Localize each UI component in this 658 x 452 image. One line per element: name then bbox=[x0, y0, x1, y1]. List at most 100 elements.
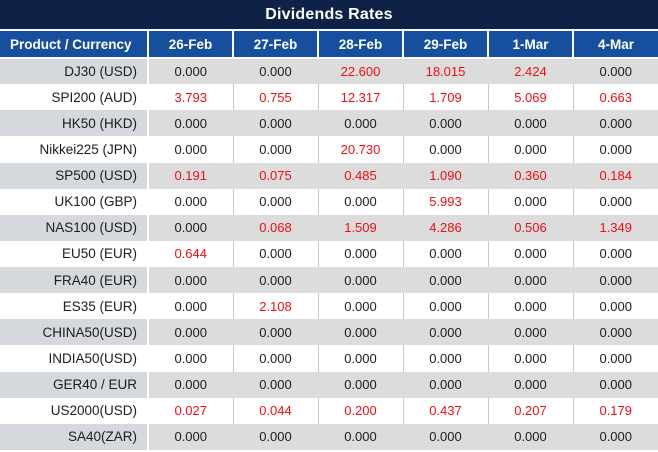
dividend-value-cell: 0.000 bbox=[318, 267, 403, 293]
dividend-value-cell: 0.000 bbox=[573, 319, 658, 345]
dividend-value-cell: 0.000 bbox=[488, 319, 573, 345]
dividend-value-cell: 0.000 bbox=[233, 319, 318, 345]
dividend-value-cell: 0.000 bbox=[148, 267, 233, 293]
product-cell: US2000(USD) bbox=[0, 398, 148, 424]
dividend-value-cell: 0.000 bbox=[573, 58, 658, 84]
product-cell: INDIA50(USD) bbox=[0, 345, 148, 371]
dividend-value-cell: 5.993 bbox=[403, 189, 488, 215]
product-currency-header: Product / Currency bbox=[0, 31, 148, 58]
dividend-value-cell: 0.000 bbox=[488, 345, 573, 371]
dividend-value-cell: 0.027 bbox=[148, 398, 233, 424]
dividend-value-cell: 12.317 bbox=[318, 84, 403, 110]
dividend-value-cell: 1.709 bbox=[403, 84, 488, 110]
dividend-value-cell: 0.000 bbox=[573, 293, 658, 319]
date-header-26-feb: 26-Feb bbox=[148, 31, 233, 58]
table-row: UK100 (GBP)0.0000.0000.0005.9930.0000.00… bbox=[0, 189, 658, 215]
table-row: NAS100 (USD)0.0000.0681.5094.2860.5061.3… bbox=[0, 215, 658, 241]
table-row: EU50 (EUR)0.6440.0000.0000.0000.0000.000 bbox=[0, 241, 658, 267]
dividend-value-cell: 0.207 bbox=[488, 398, 573, 424]
table-row: CHINA50(USD)0.0000.0000.0000.0000.0000.0… bbox=[0, 319, 658, 345]
dividend-value-cell: 0.000 bbox=[318, 189, 403, 215]
dividend-value-cell: 0.755 bbox=[233, 84, 318, 110]
dividend-value-cell: 0.000 bbox=[148, 319, 233, 345]
date-header-4-mar: 4-Mar bbox=[573, 31, 658, 58]
dividend-value-cell: 4.286 bbox=[403, 215, 488, 241]
dividend-value-cell: 0.184 bbox=[573, 163, 658, 189]
dividend-value-cell: 0.000 bbox=[318, 241, 403, 267]
table-body: DJ30 (USD)0.0000.00022.60018.0152.4240.0… bbox=[0, 58, 658, 450]
dividend-value-cell: 3.793 bbox=[148, 84, 233, 110]
dividend-value-cell: 0.000 bbox=[403, 241, 488, 267]
dividend-value-cell: 0.000 bbox=[233, 345, 318, 371]
dividend-value-cell: 0.000 bbox=[148, 110, 233, 136]
dividend-value-cell: 1.090 bbox=[403, 163, 488, 189]
dividend-value-cell: 0.000 bbox=[148, 215, 233, 241]
product-cell: EU50 (EUR) bbox=[0, 241, 148, 267]
dividend-value-cell: 20.730 bbox=[318, 136, 403, 162]
dividend-value-cell: 0.644 bbox=[148, 241, 233, 267]
dividend-value-cell: 0.000 bbox=[148, 136, 233, 162]
product-cell: SA40(ZAR) bbox=[0, 424, 148, 450]
dividend-value-cell: 0.000 bbox=[403, 372, 488, 398]
column-header-row: Product / Currency 26-Feb27-Feb28-Feb29-… bbox=[0, 31, 658, 58]
dividend-value-cell: 0.000 bbox=[233, 136, 318, 162]
dividend-value-cell: 0.000 bbox=[403, 136, 488, 162]
dividend-value-cell: 0.200 bbox=[318, 398, 403, 424]
dividend-value-cell: 0.360 bbox=[488, 163, 573, 189]
dividend-value-cell: 0.000 bbox=[148, 424, 233, 450]
table-row: HK50 (HKD)0.0000.0000.0000.0000.0000.000 bbox=[0, 110, 658, 136]
dividend-value-cell: 0.000 bbox=[573, 424, 658, 450]
dividend-value-cell: 0.437 bbox=[403, 398, 488, 424]
date-header-28-feb: 28-Feb bbox=[318, 31, 403, 58]
table-row: ES35 (EUR)0.0002.1080.0000.0000.0000.000 bbox=[0, 293, 658, 319]
dividend-value-cell: 0.000 bbox=[318, 319, 403, 345]
dividend-value-cell: 0.000 bbox=[573, 267, 658, 293]
dividend-value-cell: 0.000 bbox=[233, 372, 318, 398]
dividend-value-cell: 0.000 bbox=[403, 345, 488, 371]
dividend-value-cell: 0.000 bbox=[488, 241, 573, 267]
dividend-value-cell: 1.509 bbox=[318, 215, 403, 241]
dividend-value-cell: 22.600 bbox=[318, 58, 403, 84]
dividend-value-cell: 0.000 bbox=[403, 267, 488, 293]
table-row: GER40 / EUR0.0000.0000.0000.0000.0000.00… bbox=[0, 372, 658, 398]
dividend-value-cell: 0.000 bbox=[148, 58, 233, 84]
dividend-value-cell: 0.000 bbox=[233, 58, 318, 84]
dividend-value-cell: 0.663 bbox=[573, 84, 658, 110]
dividend-value-cell: 0.000 bbox=[488, 424, 573, 450]
dividend-value-cell: 1.349 bbox=[573, 215, 658, 241]
dividend-value-cell: 18.015 bbox=[403, 58, 488, 84]
dividend-value-cell: 0.000 bbox=[403, 424, 488, 450]
product-cell: GER40 / EUR bbox=[0, 372, 148, 398]
table-row: SPI200 (AUD)3.7930.75512.3171.7095.0690.… bbox=[0, 84, 658, 110]
product-cell: HK50 (HKD) bbox=[0, 110, 148, 136]
dividend-value-cell: 0.000 bbox=[148, 293, 233, 319]
product-cell: NAS100 (USD) bbox=[0, 215, 148, 241]
product-cell: FRA40 (EUR) bbox=[0, 267, 148, 293]
dividend-value-cell: 0.000 bbox=[148, 372, 233, 398]
dividend-value-cell: 0.000 bbox=[488, 110, 573, 136]
dividend-value-cell: 0.000 bbox=[318, 345, 403, 371]
dividend-value-cell: 0.179 bbox=[573, 398, 658, 424]
dividend-value-cell: 0.000 bbox=[233, 189, 318, 215]
dividend-value-cell: 0.000 bbox=[318, 372, 403, 398]
dividend-value-cell: 0.000 bbox=[403, 319, 488, 345]
table-row: US2000(USD)0.0270.0440.2000.4370.2070.17… bbox=[0, 398, 658, 424]
dividends-rates-widget: Dividends Rates Product / Currency 26-Fe… bbox=[0, 0, 658, 452]
dividend-value-cell: 0.000 bbox=[148, 189, 233, 215]
product-cell: SP500 (USD) bbox=[0, 163, 148, 189]
dividend-value-cell: 5.069 bbox=[488, 84, 573, 110]
dividends-table: Product / Currency 26-Feb27-Feb28-Feb29-… bbox=[0, 31, 658, 450]
dividend-value-cell: 0.000 bbox=[233, 241, 318, 267]
dividend-value-cell: 0.000 bbox=[573, 189, 658, 215]
product-cell: DJ30 (USD) bbox=[0, 58, 148, 84]
dividend-value-cell: 0.000 bbox=[488, 372, 573, 398]
table-row: INDIA50(USD)0.0000.0000.0000.0000.0000.0… bbox=[0, 345, 658, 371]
dividend-value-cell: 0.000 bbox=[488, 189, 573, 215]
date-header-1-mar: 1-Mar bbox=[488, 31, 573, 58]
dividend-value-cell: 0.075 bbox=[233, 163, 318, 189]
dividend-value-cell: 0.000 bbox=[573, 372, 658, 398]
dividend-value-cell: 0.000 bbox=[488, 136, 573, 162]
dividend-value-cell: 0.068 bbox=[233, 215, 318, 241]
dividend-value-cell: 2.424 bbox=[488, 58, 573, 84]
dividend-value-cell: 0.000 bbox=[148, 345, 233, 371]
